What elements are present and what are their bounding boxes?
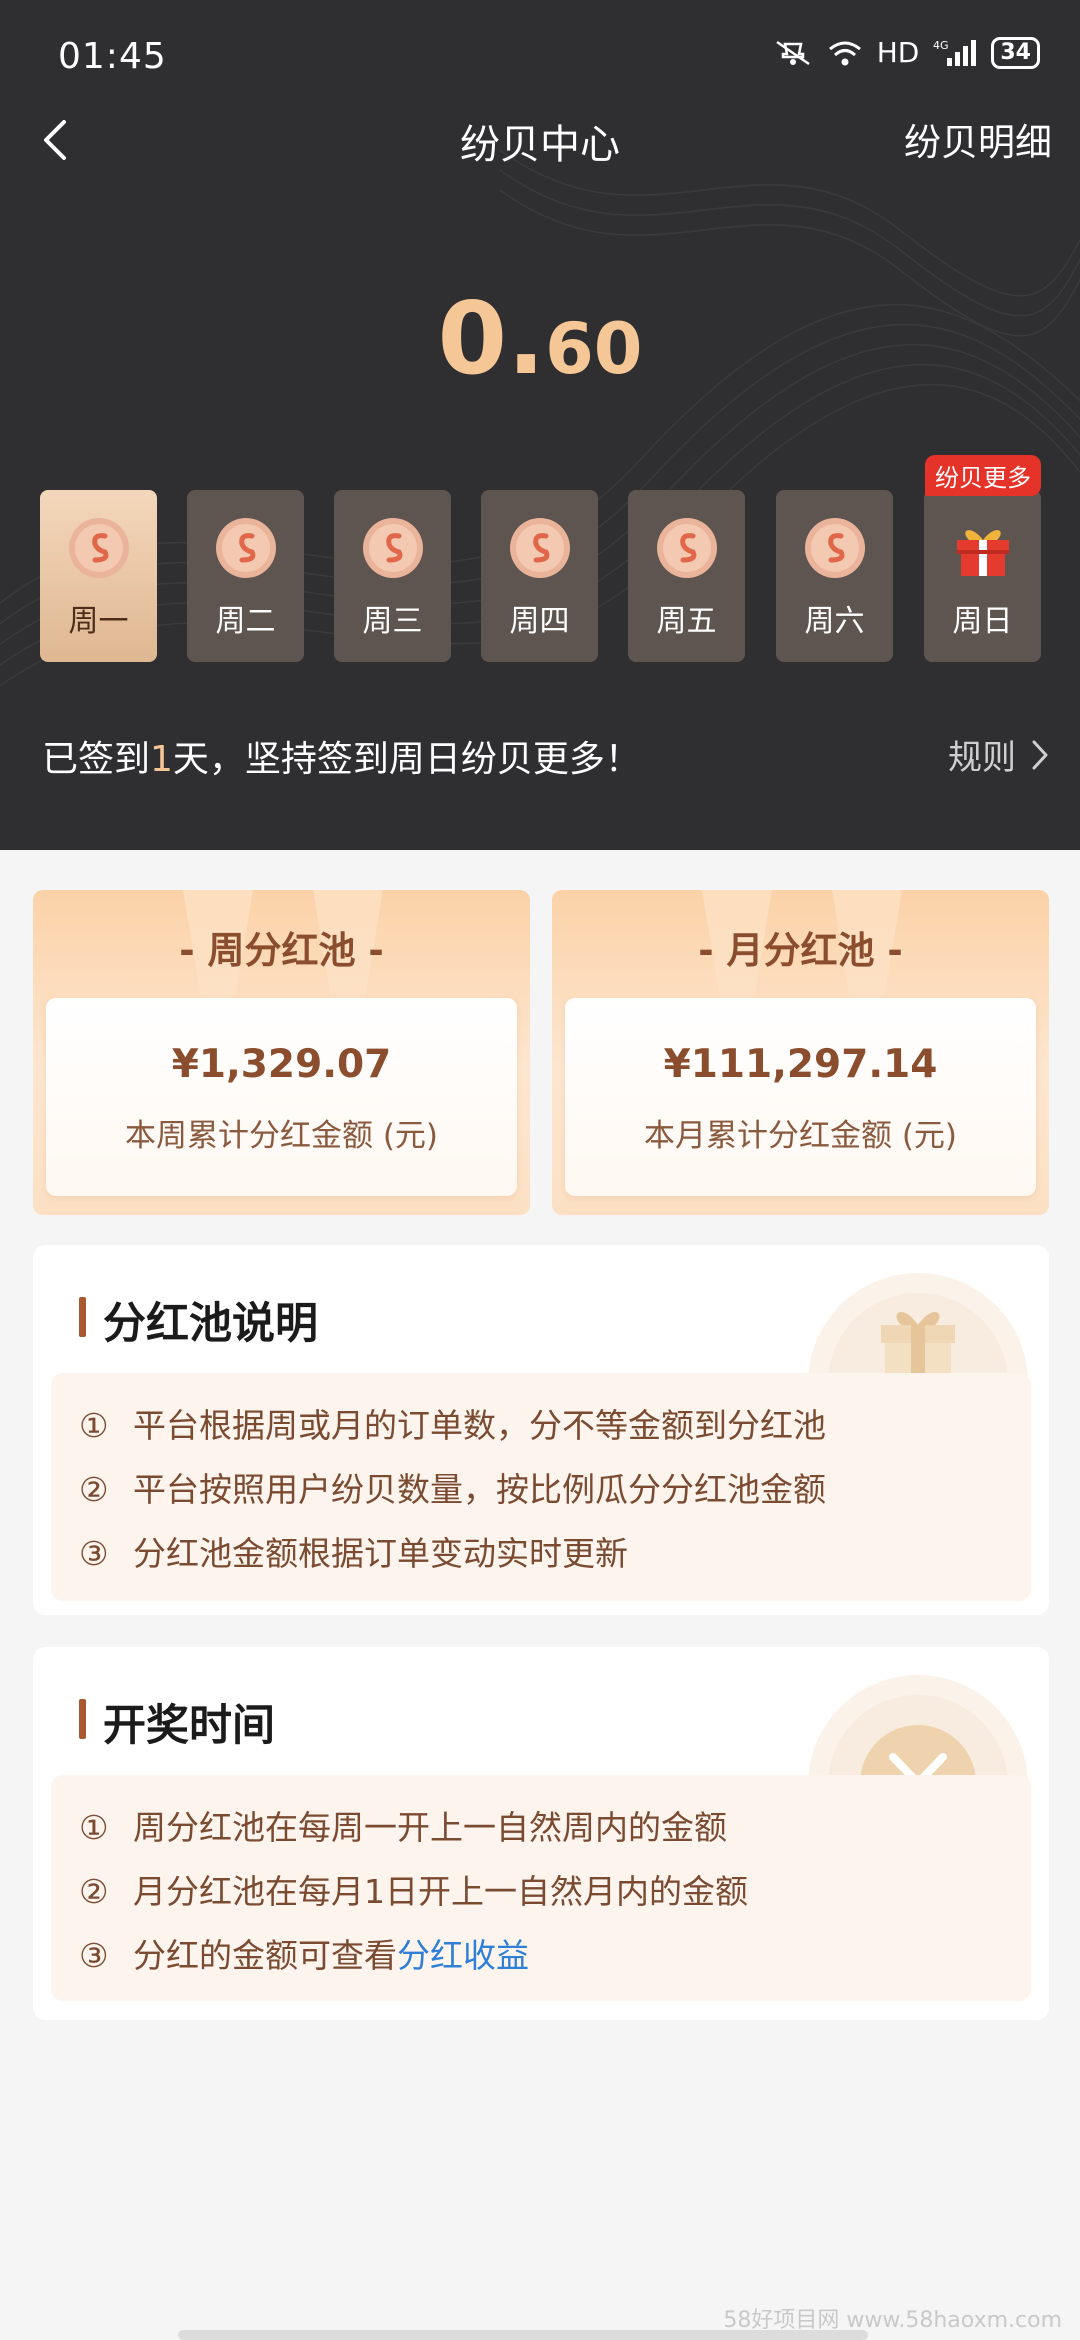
status-icons: HD 4G 34 <box>773 36 1040 69</box>
nav-bar: 纷贝中心 纷贝明细 <box>0 100 1080 180</box>
list-item: ① 平台根据周或月的订单数，分不等金额到分红池 <box>79 1399 826 1447</box>
pool-title: - 周分红池 - <box>179 929 384 972</box>
balance-display: 0.60 <box>0 280 1080 397</box>
item-number: ② <box>79 1470 109 1509</box>
checkin-suffix: 天，坚持签到周日纷贝更多！ <box>172 739 641 780</box>
coin-icon <box>805 518 865 578</box>
day-label: 周六 <box>804 604 865 639</box>
day-card-tue[interactable]: 周二 <box>187 490 304 662</box>
coin-icon <box>69 518 129 578</box>
coin-icon <box>216 518 276 578</box>
list-item: ② 平台按照用户纷贝数量，按比例瓜分分红池金额 <box>79 1463 826 1511</box>
pool-body: ¥1,329.07 本周累计分红金额 (元) <box>46 998 517 1196</box>
monthly-pool-card: - 月分红池 - ¥111,297.14 本月累计分红金额 (元) <box>552 890 1049 1215</box>
balance-decimal: 60 <box>545 308 643 390</box>
pool-caption: 本周累计分红金额 (元) <box>124 1118 439 1154</box>
lottery-time-card: 开奖时间 ① 周分红池在每周一开上一自然周内的金额 ② 月分红池在每月1日开上一自然… <box>33 1647 1049 2020</box>
day-label: 周三 <box>362 604 423 639</box>
item-number: ③ <box>79 1936 109 1975</box>
battery-indicator: 34 <box>991 36 1040 69</box>
gift-icon <box>957 530 1009 576</box>
weekly-pool-card: - 周分红池 - ¥1,329.07 本周累计分红金额 (元) <box>33 890 530 1215</box>
network-label: HD <box>876 36 920 69</box>
pool-title: - 月分红池 - <box>698 929 903 972</box>
day-card-wed[interactable]: 周三 <box>334 490 451 662</box>
day-label: 周日 <box>952 604 1013 639</box>
item-number: ② <box>79 1872 109 1911</box>
item-text: 分红的金额可查看 <box>133 1936 397 1975</box>
item-text: 分红池金额根据订单变动实时更新 <box>133 1534 628 1573</box>
item-text: 周分红池在每周一开上一自然周内的金额 <box>133 1808 727 1847</box>
pool-explain-card: 分红池说明 ① 平台根据周或月的订单数，分不等金额到分红池 ② 平台按照用户纷贝数量… <box>33 1245 1049 1615</box>
list-item: ② 月分红池在每月1日开上一自然月内的金额 <box>79 1865 748 1913</box>
header-panel: 01:45 HD 4G 34 纷贝中心 纷贝明细 0.60 周一 周二 周三 周… <box>0 0 1080 850</box>
day-label: 周一 <box>68 604 129 639</box>
item-number: ③ <box>79 1534 109 1573</box>
signal-icon: 4G <box>933 39 977 66</box>
checkin-days: 1 <box>150 739 173 780</box>
coin-icon <box>510 518 570 578</box>
item-text: 平台按照用户纷贝数量，按比例瓜分分红池金额 <box>133 1470 826 1509</box>
coin-icon <box>363 518 423 578</box>
day-label: 周二 <box>215 604 276 639</box>
pool-amount: ¥111,297.14 <box>663 1042 938 1087</box>
bonus-badge: 纷贝更多 <box>925 455 1041 496</box>
status-bar: 01:45 HD 4G 34 <box>0 0 1080 110</box>
pool-amount: ¥1,329.07 <box>171 1042 392 1087</box>
day-label: 周五 <box>656 604 717 639</box>
rules-link[interactable]: 规则 <box>948 730 1050 779</box>
status-time: 01:45 <box>58 36 167 77</box>
wifi-icon <box>828 41 861 65</box>
coin-icon <box>657 518 717 578</box>
pool-body: ¥111,297.14 本月累计分红金额 (元) <box>565 998 1036 1196</box>
home-indicator <box>178 2330 868 2340</box>
svg-text:4G: 4G <box>933 39 949 52</box>
checkin-prefix: 已签到 <box>42 739 151 780</box>
item-text: 平台根据周或月的订单数，分不等金额到分红池 <box>133 1406 826 1445</box>
list-item: ① 周分红池在每周一开上一自然周内的金额 <box>79 1801 727 1849</box>
chevron-right-icon <box>1032 740 1048 769</box>
explain-list: ① 平台根据周或月的订单数，分不等金额到分红池 ② 平台按照用户纷贝数量，按比例瓜分… <box>51 1373 1031 1601</box>
mute-icon <box>776 40 810 65</box>
rules-label: 规则 <box>948 738 1016 778</box>
lottery-list: ① 周分红池在每周一开上一自然周内的金额 ② 月分红池在每月1日开上一自然月内的金额… <box>51 1775 1031 2001</box>
detail-link[interactable]: 纷贝明细 <box>904 112 1052 166</box>
checkin-message: 已签到1天，坚持签到周日纷贝更多！ <box>42 730 641 782</box>
day-card-fri[interactable]: 周五 <box>628 490 745 662</box>
item-text: 月分红池在每月1日开上一自然月内的金额 <box>133 1872 748 1911</box>
item-number: ① <box>79 1406 109 1445</box>
card-title: 开奖时间 <box>79 1691 275 1753</box>
pool-caption: 本月累计分红金额 (元) <box>643 1118 958 1154</box>
card-title: 分红池说明 <box>79 1289 318 1351</box>
day-card-thu[interactable]: 周四 <box>481 490 598 662</box>
day-card-mon[interactable]: 周一 <box>40 490 157 662</box>
dividend-earnings-link[interactable]: 分红收益 <box>397 1936 529 1975</box>
week-checkin-row: 周一 周二 周三 周四 周五 周六 周日 <box>40 490 1041 662</box>
item-number: ① <box>79 1808 109 1847</box>
list-item: ③ 分红池金额根据订单变动实时更新 <box>79 1527 628 1575</box>
day-label: 周四 <box>509 604 570 639</box>
day-card-sun[interactable]: 周日 <box>924 490 1041 662</box>
day-card-sat[interactable]: 周六 <box>776 490 893 662</box>
balance-integer: 0. <box>437 280 546 397</box>
list-item: ③ 分红的金额可查看分红收益 <box>79 1929 529 1977</box>
